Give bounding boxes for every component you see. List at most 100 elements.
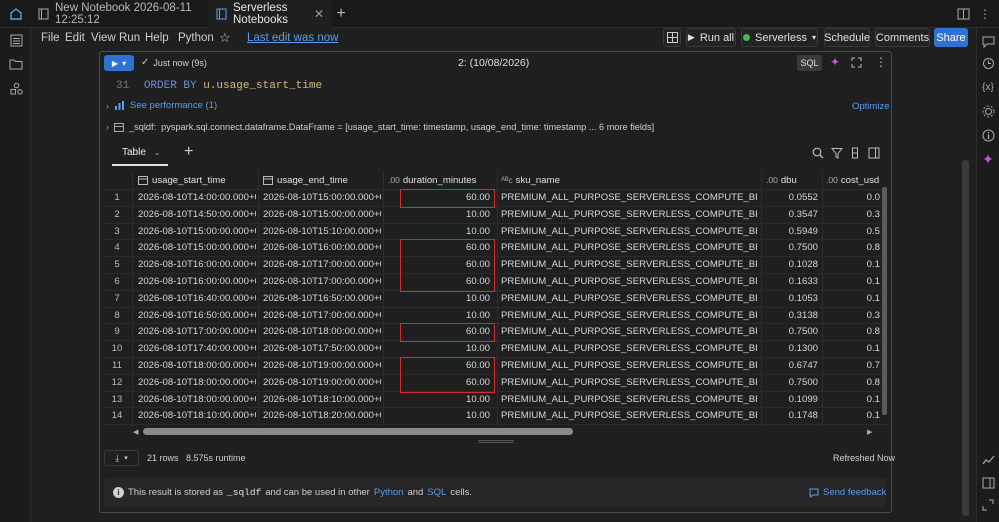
layout-toggle-button[interactable] [663,28,681,47]
cell-usage-end-time[interactable]: 2026-08-10T18:00:00.000+00:... [263,324,381,341]
cell-usage-end-time[interactable]: 2026-08-10T16:50:00.000+00:... [263,291,381,308]
row-number[interactable]: 8 [104,308,130,325]
optimize-link[interactable]: Optimize [852,101,889,112]
cell-cost-usd[interactable]: 0.8 [826,324,880,341]
cell-sku-name[interactable]: PREMIUM_ALL_PURPOSE_SERVERLESS_COMPUTE_B… [501,308,757,325]
cell-usage-end-time[interactable]: 2026-08-10T16:00:00.000+00:... [263,240,381,257]
cell-sku-name[interactable]: PREMIUM_ALL_PURPOSE_SERVERLESS_COMPUTE_B… [501,358,757,375]
cell-usage-end-time[interactable]: 2026-08-10T17:00:00.000+00:... [263,257,381,274]
cell-usage-end-time[interactable]: 2026-08-10T15:00:00.000+00:... [263,190,381,207]
cell-duration-minutes[interactable]: 10.00 [388,408,490,425]
column-header-duration-minutes[interactable]: .00 duration_minutes [388,171,494,188]
history-icon[interactable] [980,55,996,71]
cell-sku-name[interactable]: PREMIUM_ALL_PURPOSE_SERVERLESS_COMPUTE_B… [501,408,757,425]
row-number[interactable]: 15 [104,425,130,427]
cell-cost-usd[interactable]: 0.1 [826,257,880,274]
fullscreen-icon[interactable] [851,57,862,68]
cell-usage-start-time[interactable]: 2026-08-10T15:00:00.000+00:... [138,240,256,257]
variables-icon[interactable]: {x} [980,79,996,95]
cell-sku-name[interactable]: PREMIUM_ALL_PURPOSE_SERVERLESS_COMPUTE_B… [501,257,757,274]
cell-sku-name[interactable]: PREMIUM_ALL_PURPOSE_SERVERLESS_COMPUTE_B… [501,375,757,392]
star-icon[interactable]: ☆ [219,30,231,46]
code-line[interactable]: 31 ORDER BY u.usage_start_time [116,80,322,92]
cell-dbu[interactable]: 0.1748 [764,408,818,425]
resize-handle[interactable] [478,440,514,443]
python-link[interactable]: Python [374,487,404,498]
more-icon[interactable]: ⋮ [977,6,993,22]
cell-usage-start-time[interactable]: 2026-08-10T18:10:00.000+00:... [138,408,256,425]
column-header-usage-end-time[interactable]: usage_end_time [263,171,383,188]
cell-sku-name[interactable]: PREMIUM_ALL_PURPOSE_SERVERLESS_COMPUTE_B… [501,324,757,341]
cell-dbu[interactable]: 0.3138 [764,308,818,325]
see-performance-row[interactable]: › See performance (1) [106,100,217,111]
comment-icon[interactable] [980,34,996,50]
chart-icon[interactable] [980,452,996,468]
tab-new-notebook[interactable]: New Notebook 2026-08-11 12:25:12 [30,0,208,28]
sql-link[interactable]: SQL [427,487,446,498]
cell-cost-usd[interactable]: 0.8 [826,240,880,257]
menu-edit[interactable]: Edit [65,32,85,44]
row-number[interactable]: 9 [104,324,130,341]
menu-view[interactable]: View [91,32,116,44]
cell-usage-end-time[interactable]: 2026-08-10T17:00:00.000+00:... [263,308,381,325]
cell-cost-usd[interactable]: 0.1 [826,408,880,425]
cell-usage-end-time[interactable]: 2026-08-10T19:00:00.000+00:... [263,375,381,392]
expand-icon[interactable] [980,497,996,513]
cell-duration-minutes[interactable]: 10.00 [388,224,490,241]
row-number[interactable]: 4 [104,240,130,257]
assistant-icon[interactable]: ✦ [830,55,840,69]
cell-sku-name[interactable]: PREMIUM_ALL_PURPOSE_SERVERLESS_COMPUTE_B… [501,224,757,241]
cell-duration-minutes[interactable]: 10.00 [388,341,490,358]
cell-dbu[interactable]: 0.1028 [764,257,818,274]
cell-sku-name[interactable]: PREMIUM_ALL_PURPOSE_SERVERLESS_COMPUTE_B… [501,341,757,358]
cell-sku-name[interactable]: PREMIUM_ALL_PURPOSE_SERVERLESS_COMPUTE_B… [501,291,757,308]
sidebar-toggle-icon[interactable] [980,475,996,491]
row-number[interactable]: 2 [104,207,130,224]
cell-menu-icon[interactable]: ⋮ [875,55,887,69]
cell-dbu[interactable]: 0.1633 [764,274,818,291]
result-tab-table[interactable]: Table ⌄ [112,141,168,166]
row-number[interactable]: 6 [104,274,130,291]
see-performance-link[interactable]: See performance (1) [130,100,217,111]
cell-dbu[interactable]: 0.7500 [764,324,818,341]
cell-dbu[interactable]: 0.1053 [764,291,818,308]
cell-dbu[interactable]: 0.0552 [764,190,818,207]
filter-icon[interactable] [831,147,843,159]
cell-usage-end-time[interactable]: 2026-08-10T18:20:00.000+00:... [263,408,381,425]
table-of-contents-icon[interactable] [8,32,24,48]
cell-usage-start-time[interactable]: 2026-08-10T16:00:00.000+00:... [138,274,256,291]
compute-selector[interactable]: Serverless ▾ [741,28,818,47]
row-number[interactable]: 14 [104,408,130,425]
cell-cost-usd[interactable]: 0.0 [826,190,880,207]
menu-run[interactable]: Run [119,32,140,44]
row-number[interactable]: 13 [104,392,130,409]
page-scrollbar[interactable] [962,160,969,516]
tab-serverless-notebooks[interactable]: Serverless Notebooks ✕ [208,0,332,28]
cell-usage-end-time[interactable]: 2026-08-10T15:00:00.000+00:... [263,207,381,224]
search-icon[interactable] [812,147,824,159]
cell-usage-start-time[interactable]: 2026-08-10T15:00:00.000+00:... [138,224,256,241]
row-number[interactable]: 1 [104,190,130,207]
row-number[interactable]: 5 [104,257,130,274]
column-header-cost-usd[interactable]: .00 cost_usd [826,171,886,188]
schedule-button[interactable]: Schedule [824,28,870,47]
columns-icon[interactable] [851,147,859,159]
cell-sku-name[interactable]: PREMIUM_ALL_PURPOSE_SERVERLESS_COMPUTE_B… [501,190,757,207]
cell-usage-start-time[interactable]: 2026-08-10T16:00:00.000+00:... [138,257,256,274]
cell-dbu[interactable]: 0.5949 [764,224,818,241]
folder-icon[interactable] [8,56,24,72]
cell-dbu[interactable]: 0.1300 [764,341,818,358]
cell-usage-start-time[interactable]: 2026-08-10T18:00:00.000+00:... [138,358,256,375]
language-badge[interactable]: SQL [797,55,822,71]
add-visualization-icon[interactable]: + [184,143,193,161]
last-edit-link[interactable]: Last edit was now [247,32,338,44]
cell-usage-end-time[interactable]: 2026-08-10T17:50:00.000+00:... [263,341,381,358]
cell-cost-usd[interactable]: 0.1 [826,392,880,409]
run-cell-button[interactable]: ▶ ▾ [104,55,134,71]
row-number[interactable]: 12 [104,375,130,392]
cell-usage-start-time[interactable]: 2026-08-10T14:00:00.000+00:... [138,190,256,207]
cell-usage-start-time[interactable]: 2026-08-10T18:00:00.000+00:... [138,392,256,409]
split-view-icon[interactable] [955,6,971,22]
menu-language[interactable]: Python [178,32,214,44]
row-number[interactable]: 10 [104,341,130,358]
